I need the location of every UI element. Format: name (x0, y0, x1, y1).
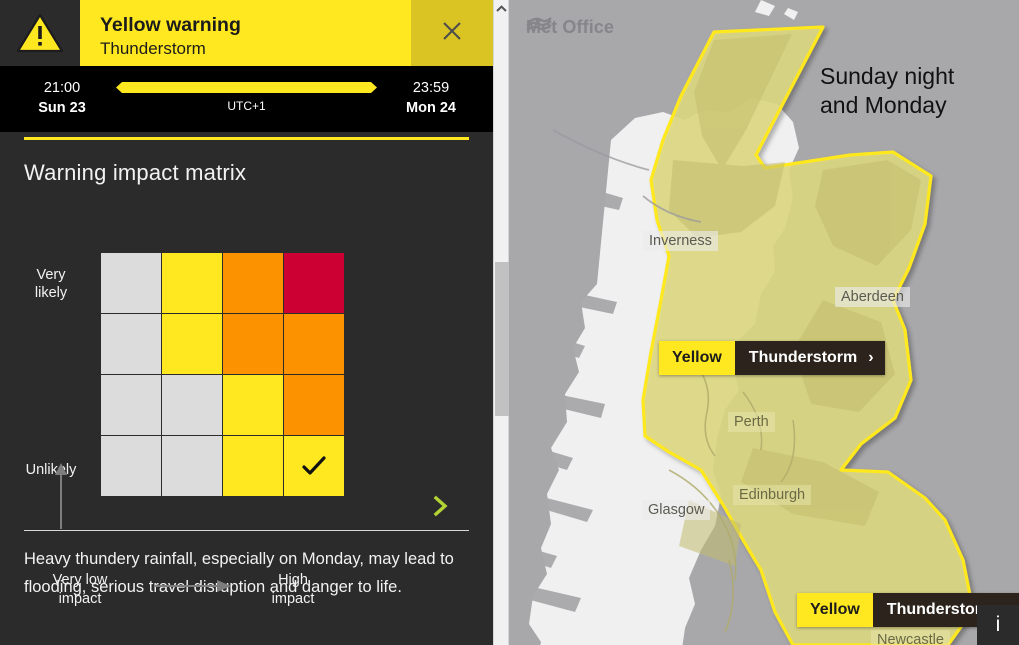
scroll-up-icon[interactable] (494, 0, 509, 17)
timeline-end: 23:59 Mon 24 (383, 79, 479, 118)
panel-scrollbar[interactable] (493, 0, 509, 645)
matrix-cell (162, 253, 222, 313)
matrix-label-high-impact: High impact (271, 572, 315, 607)
timeline-timezone: UTC+1 (227, 99, 266, 113)
matrix-cell (101, 375, 161, 435)
met-office-warning-app: Yellow warning Thunderstorm 21:00 Sun 23 (0, 0, 1019, 645)
pill-severity: Yellow (797, 593, 873, 627)
met-office-wave-icon (526, 17, 552, 31)
city-label: Newcastle (871, 630, 950, 645)
warning-title: Yellow warning (100, 14, 241, 37)
warning-header: Yellow warning Thunderstorm (0, 0, 493, 66)
timeline-end-day: Mon 24 (406, 100, 456, 116)
impact-arrow-icon (155, 579, 233, 593)
matrix-cell (284, 253, 344, 313)
city-label: Inverness (643, 231, 718, 251)
timeline-bar (116, 82, 377, 93)
warning-triangle-icon (16, 13, 64, 53)
impact-matrix: Very likely Unlikely Very low impact High i… (0, 186, 493, 607)
pill-type: Thunderstorm › (734, 341, 885, 375)
timeline-start-time: 21:00 (43, 80, 81, 97)
info-button[interactable]: i (977, 605, 1019, 645)
matrix-more-chevron-icon[interactable] (431, 494, 451, 518)
warning-title-container: Yellow warning Thunderstorm (80, 0, 411, 66)
matrix-cell (101, 253, 161, 313)
close-button[interactable] (411, 0, 493, 66)
warning-subtitle: Thunderstorm (100, 38, 206, 58)
warning-detail-panel: Yellow warning Thunderstorm 21:00 Sun 23 (0, 0, 493, 645)
pill-type-label: Thunderstorm (748, 349, 858, 366)
timeline-start: 21:00 Sun 23 (14, 79, 110, 118)
city-label: Perth (728, 412, 775, 432)
map-caption: Sunday night and Monday (820, 63, 955, 119)
city-label: Glasgow (642, 500, 711, 520)
pill-chevron-right-icon: › (868, 349, 874, 366)
matrix-title: Warning impact matrix (24, 160, 247, 185)
matrix-more-row (0, 486, 493, 530)
matrix-label-very-likely: Very likely (34, 267, 68, 302)
map-warning-pill[interactable]: Yellow Thunderstorm › (659, 341, 885, 375)
warning-timeline: 21:00 Sun 23 UTC+1 23:59 Mon 24 (0, 66, 493, 132)
matrix-cell (284, 375, 344, 435)
warning-icon-container (0, 0, 80, 66)
matrix-cell (223, 375, 283, 435)
matrix-cell (223, 253, 283, 313)
matrix-cell (101, 314, 161, 374)
scrollbar-thumb[interactable] (495, 262, 509, 416)
matrix-check-icon (300, 452, 328, 480)
timeline-track: UTC+1 (110, 66, 383, 132)
city-label: Edinburgh (733, 485, 812, 505)
city-label: Aberdeen (835, 287, 910, 307)
matrix-label-very-low-impact: Very low impact (52, 572, 108, 607)
matrix-cell (223, 314, 283, 374)
timeline-end-time: 23:59 (412, 80, 450, 97)
met-office-logo: Met Office (526, 17, 614, 38)
matrix-grid (101, 253, 344, 496)
matrix-cell (162, 375, 222, 435)
pill-severity: Yellow (659, 341, 735, 375)
close-icon (440, 19, 464, 48)
warning-map[interactable]: Met Office Sunday night and Monday Invern… (493, 0, 1019, 645)
matrix-cell (162, 314, 222, 374)
timeline-start-day: Sun 23 (38, 100, 86, 116)
matrix-cell (284, 314, 344, 374)
